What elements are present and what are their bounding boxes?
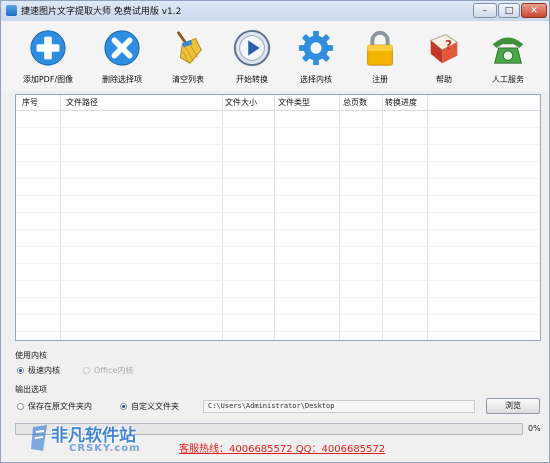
- column-header-type[interactable]: 文件类型: [278, 97, 310, 108]
- help-label: 帮助: [436, 75, 452, 84]
- watermark-domain: CRSKY.com: [69, 443, 141, 454]
- delete-icon: [104, 30, 140, 66]
- row-divider: [16, 178, 540, 179]
- column-divider: [382, 95, 383, 340]
- svg-text:?: ?: [445, 38, 452, 52]
- column-header-progress[interactable]: 转换进度: [385, 97, 417, 108]
- column-divider: [339, 95, 340, 340]
- phone-icon: [492, 37, 524, 64]
- select-engine-button[interactable]: 选择内核: [281, 27, 351, 89]
- gear-icon: [298, 30, 334, 66]
- delete-selected-button[interactable]: 删除选择项: [87, 27, 157, 89]
- minimize-button[interactable]: –: [473, 3, 497, 18]
- broom-icon: [177, 31, 202, 64]
- output-original-folder-label[interactable]: 保存在原文件夹内: [28, 401, 92, 412]
- app-window: 捷速图片文字提取大师 免费试用版 v1.2 – □ ✕ 添加PDF/图像 删除选…: [0, 0, 550, 463]
- register-button[interactable]: 注册: [345, 27, 415, 89]
- customer-service-button[interactable]: 人工服务: [473, 27, 543, 89]
- column-header-pages[interactable]: 总页数: [343, 97, 367, 108]
- row-divider: [16, 195, 540, 196]
- engine-section-label: 使用内核: [15, 351, 47, 360]
- column-divider: [427, 95, 428, 340]
- start-convert-button[interactable]: 开始转换: [217, 27, 287, 89]
- row-divider: [16, 263, 540, 264]
- row-divider: [16, 331, 540, 332]
- file-list-table[interactable]: 序号 文件路径 文件大小 文件类型 总页数 转换进度: [15, 94, 541, 341]
- row-divider: [16, 161, 540, 162]
- row-divider: [16, 280, 540, 281]
- output-original-folder-radio[interactable]: [17, 403, 24, 410]
- table-header: 序号 文件路径 文件大小 文件类型 总页数 转换进度: [16, 95, 540, 111]
- support-hotline-link[interactable]: 客服热线：4006685572 QQ：4006685572: [179, 440, 385, 455]
- clear-list-label: 清空列表: [172, 75, 204, 84]
- window-title: 捷速图片文字提取大师 免费试用版 v1.2: [21, 7, 182, 17]
- engine-fast-radio[interactable]: [17, 367, 24, 374]
- toolbar: 添加PDF/图像 删除选择项 清空列表 开始转换 选择内核 注册 ? 帮助 人工…: [1, 21, 549, 91]
- row-divider: [16, 127, 540, 128]
- column-divider: [222, 95, 223, 340]
- start-convert-label: 开始转换: [236, 75, 268, 84]
- help-button[interactable]: ? 帮助: [409, 27, 479, 89]
- column-divider: [60, 95, 61, 340]
- lock-icon: [367, 30, 393, 66]
- row-divider: [16, 314, 540, 315]
- column-header-size[interactable]: 文件大小: [225, 97, 257, 108]
- output-path-field[interactable]: C:\Users\Administrator\Desktop: [203, 400, 475, 413]
- engine-office-radio: [83, 367, 90, 374]
- conversion-progress-bar: [15, 423, 523, 435]
- engine-office-label: Office内核: [94, 366, 134, 375]
- row-divider: [16, 297, 540, 298]
- column-header-index[interactable]: 序号: [22, 97, 38, 108]
- register-label: 注册: [372, 75, 388, 84]
- title-bar[interactable]: 捷速图片文字提取大师 免费试用版 v1.2 – □ ✕: [1, 1, 549, 22]
- output-custom-folder-radio[interactable]: [120, 403, 127, 410]
- add-pdf-image-button[interactable]: 添加PDF/图像: [13, 27, 83, 89]
- play-icon: [233, 29, 271, 67]
- row-divider: [16, 144, 540, 145]
- browse-button[interactable]: 浏览: [486, 398, 540, 414]
- select-engine-label: 选择内核: [300, 75, 332, 84]
- maximize-button[interactable]: □: [498, 3, 520, 18]
- customer-service-label: 人工服务: [492, 75, 524, 84]
- output-custom-folder-label[interactable]: 自定义文件夹: [131, 401, 179, 412]
- row-divider: [16, 229, 540, 230]
- column-header-path[interactable]: 文件路径: [66, 97, 98, 108]
- help-book-icon: ?: [429, 34, 459, 64]
- app-icon: [6, 5, 17, 16]
- add-pdf-image-label: 添加PDF/图像: [22, 75, 74, 84]
- progress-percent: 0%: [528, 424, 541, 433]
- row-divider: [16, 212, 540, 213]
- engine-fast-label[interactable]: 极速内核: [28, 365, 60, 376]
- column-divider: [274, 95, 275, 340]
- output-section-label: 输出选项: [15, 385, 47, 394]
- delete-selected-label: 删除选择项: [102, 75, 142, 84]
- clear-list-button[interactable]: 清空列表: [153, 27, 223, 89]
- close-button[interactable]: ✕: [521, 3, 547, 18]
- row-divider: [16, 246, 540, 247]
- add-icon: [30, 30, 66, 66]
